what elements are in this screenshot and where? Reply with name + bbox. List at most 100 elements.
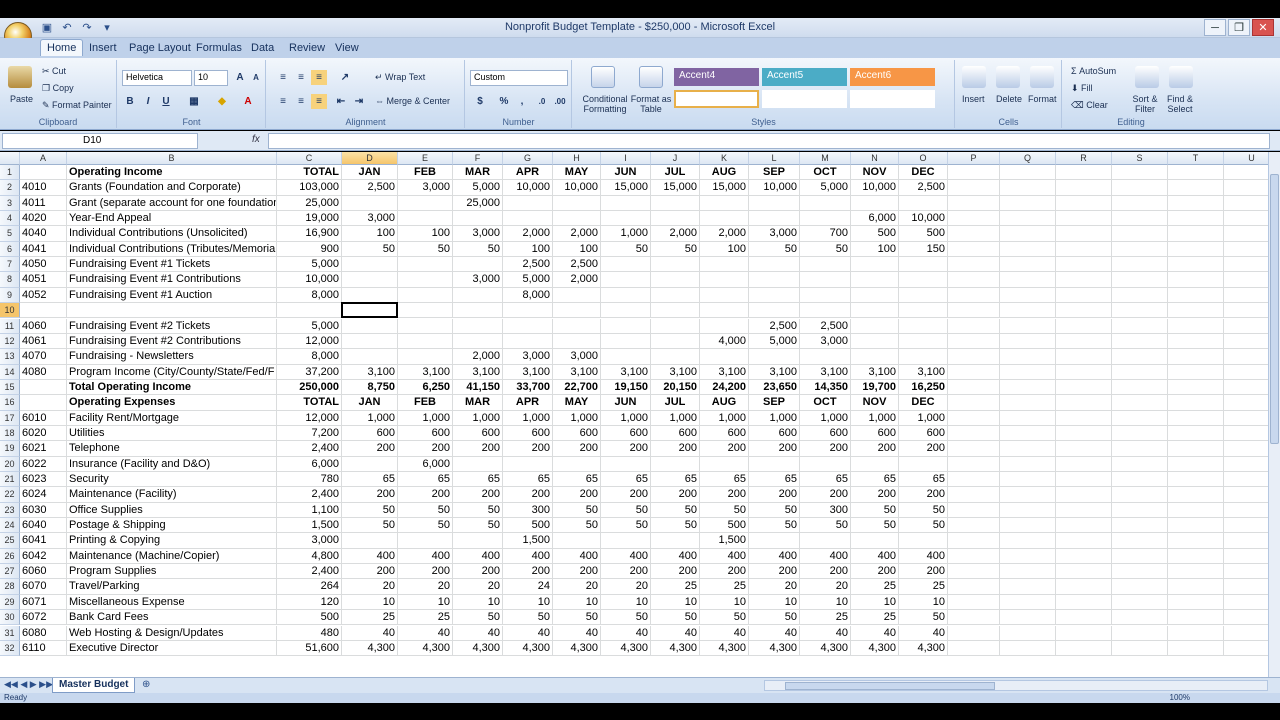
cell-month[interactable]: 40 — [503, 625, 553, 641]
cell-month[interactable] — [651, 333, 700, 350]
cell-month[interactable]: 1,500 — [503, 533, 553, 549]
cell-empty[interactable] — [1000, 287, 1056, 304]
cell-month[interactable]: 200 — [453, 441, 503, 457]
cell-account[interactable]: 4020 — [20, 211, 67, 227]
cell-month[interactable]: 400 — [453, 548, 503, 565]
number-format-combo[interactable]: Custom — [470, 70, 568, 86]
cell-total[interactable]: 250,000 — [277, 379, 342, 396]
cell-month[interactable] — [553, 287, 601, 304]
cell-month[interactable]: 2,500 — [553, 257, 601, 273]
cell-month[interactable]: 3,100 — [700, 364, 749, 380]
cell-empty[interactable] — [1000, 625, 1056, 641]
format-as-table-button[interactable]: Format as Table — [629, 94, 673, 114]
cell-month[interactable]: 10,000 — [899, 211, 948, 227]
cell-empty[interactable] — [1168, 472, 1224, 488]
cell-month[interactable] — [601, 333, 651, 350]
cell-month[interactable]: NOV — [851, 395, 899, 411]
cell-empty[interactable] — [1000, 410, 1056, 426]
cell-month[interactable] — [700, 349, 749, 365]
cell-empty[interactable] — [948, 456, 1000, 472]
insert-cells-icon[interactable] — [962, 66, 986, 88]
cell-month[interactable]: 200 — [800, 441, 851, 457]
cell-month[interactable]: 1,000 — [342, 410, 398, 426]
cell-month[interactable]: 4,300 — [553, 640, 601, 657]
cell-month[interactable]: MAR — [453, 395, 503, 411]
cell-month[interactable]: MAR — [453, 165, 503, 181]
cell-month[interactable]: AUG — [700, 165, 749, 181]
cell-description[interactable]: Fundraising - Newsletters — [67, 349, 277, 365]
cell-month[interactable]: 14,350 — [800, 379, 851, 396]
tab-formulas[interactable]: Formulas — [196, 42, 242, 54]
cell-account[interactable]: 6024 — [20, 487, 67, 503]
cell-month[interactable] — [503, 318, 553, 334]
cell-empty[interactable] — [1168, 579, 1224, 595]
column-header[interactable]: Q — [1000, 152, 1056, 165]
cell-month[interactable] — [503, 303, 553, 319]
shrink-font-icon[interactable]: A — [248, 70, 264, 85]
cell-month[interactable]: 200 — [553, 487, 601, 503]
cell-empty[interactable] — [1000, 533, 1056, 549]
cell-month[interactable]: 1,000 — [503, 410, 553, 426]
cell-empty[interactable] — [1112, 349, 1168, 365]
cell-empty[interactable] — [948, 441, 1000, 457]
clear-button[interactable]: ⌫ Clear — [1071, 100, 1108, 111]
cell-empty[interactable] — [1168, 533, 1224, 549]
cell-month[interactable]: 400 — [851, 548, 899, 565]
cell-month[interactable]: 3,100 — [553, 364, 601, 380]
cell-month[interactable]: 200 — [800, 487, 851, 503]
cell-month[interactable]: 500 — [503, 518, 553, 534]
tab-home[interactable]: Home — [40, 39, 84, 56]
cell-month[interactable] — [601, 349, 651, 365]
cell-empty[interactable] — [1056, 472, 1112, 488]
vertical-scrollbar[interactable] — [1268, 152, 1280, 677]
cell-month[interactable]: 50 — [342, 518, 398, 534]
cell-month[interactable]: 50 — [398, 241, 453, 258]
cell-month[interactable]: MAY — [553, 395, 601, 411]
cell-month[interactable]: 3,000 — [800, 333, 851, 350]
cell-month[interactable]: 50 — [800, 241, 851, 258]
cell-month[interactable]: 3,100 — [398, 364, 453, 380]
cell-month[interactable]: JAN — [342, 165, 398, 181]
cell-month[interactable]: 400 — [700, 548, 749, 565]
cell-empty[interactable] — [1000, 303, 1056, 319]
cell-empty[interactable] — [948, 226, 1000, 242]
cell-month[interactable]: 200 — [851, 487, 899, 503]
cell-month[interactable]: 65 — [749, 472, 800, 488]
cell-month[interactable]: 3,000 — [342, 211, 398, 227]
cell-month[interactable]: AUG — [700, 395, 749, 411]
cell-total[interactable]: 780 — [277, 472, 342, 488]
cell-month[interactable] — [453, 333, 503, 350]
cell-empty[interactable] — [1000, 502, 1056, 519]
cell-month[interactable]: 1,000 — [700, 410, 749, 426]
cell-empty[interactable] — [1056, 564, 1112, 580]
cell-empty[interactable] — [1168, 364, 1224, 380]
cell-description[interactable]: Telephone — [67, 441, 277, 457]
column-header[interactable]: A — [20, 152, 67, 165]
cell-empty[interactable] — [1168, 333, 1224, 350]
cell-month[interactable] — [601, 211, 651, 227]
cell-month[interactable]: 25 — [342, 610, 398, 626]
cell-empty[interactable] — [1112, 410, 1168, 426]
cell-month[interactable]: 2,000 — [553, 272, 601, 288]
increase-decimal-icon[interactable]: .0 — [534, 94, 550, 109]
percent-icon[interactable]: % — [496, 94, 512, 109]
cell-month[interactable]: 10,000 — [553, 180, 601, 196]
cell-month[interactable]: 200 — [342, 487, 398, 503]
cell-empty[interactable] — [1168, 349, 1224, 365]
underline-icon[interactable]: U — [158, 94, 174, 109]
cell-month[interactable]: OCT — [800, 395, 851, 411]
format-as-table-icon[interactable] — [639, 66, 663, 88]
cell-month[interactable] — [800, 287, 851, 304]
cell-month[interactable]: MAY — [553, 165, 601, 181]
cell-empty[interactable] — [1168, 487, 1224, 503]
cell-month[interactable]: 40 — [553, 625, 601, 641]
delete-button[interactable]: Delete — [996, 94, 1022, 104]
cell-month[interactable]: 100 — [851, 241, 899, 258]
comma-icon[interactable]: , — [514, 94, 530, 109]
cell-month[interactable]: OCT — [800, 165, 851, 181]
column-header[interactable]: F — [453, 152, 503, 165]
cell-month[interactable]: 200 — [398, 564, 453, 580]
conditional-formatting-button[interactable]: Conditional Formatting — [579, 94, 631, 114]
cell-total[interactable]: 2,400 — [277, 564, 342, 580]
cell-month[interactable] — [800, 456, 851, 472]
